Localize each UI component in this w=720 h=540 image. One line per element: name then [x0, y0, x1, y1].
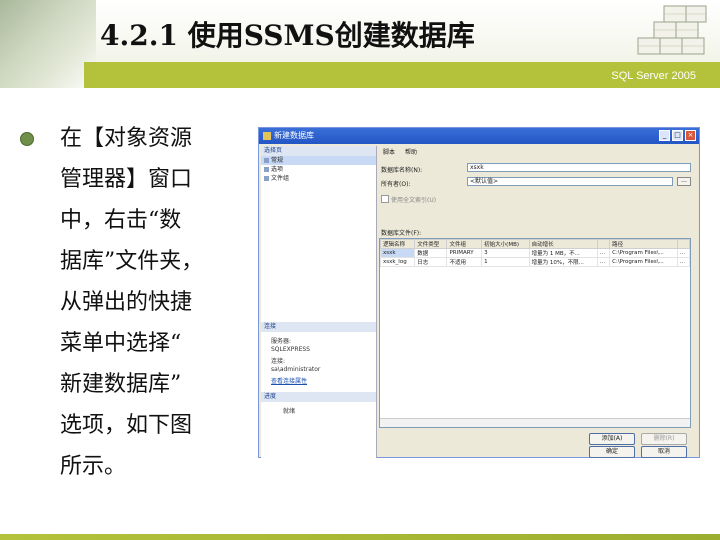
page-filegroups[interactable]: 文件组: [261, 174, 376, 183]
maximize-button[interactable]: □: [672, 130, 683, 141]
owner-input[interactable]: <默认值>: [467, 177, 673, 186]
bullet-line: 所示。: [60, 454, 127, 479]
dialog-titlebar: 新建数据库 _ □ ×: [259, 128, 699, 144]
column-header[interactable]: 自动增长: [528, 239, 598, 249]
help-button[interactable]: 帮助: [405, 149, 417, 156]
bullet-line: 菜单中选择“: [60, 331, 182, 356]
bullet-line: 管理器】窗口: [60, 167, 193, 192]
column-header[interactable]: 路径: [609, 239, 678, 249]
progress-status: 就绪: [283, 408, 296, 415]
conn-label: 连接:: [271, 358, 286, 365]
table-cell[interactable]: 1: [481, 257, 530, 267]
ok-button[interactable]: 确定: [589, 446, 635, 458]
minimize-button[interactable]: _: [659, 130, 670, 141]
close-button[interactable]: ×: [685, 130, 696, 141]
server-value: SQLEXPRESS: [271, 346, 310, 353]
header-decoration: [0, 0, 96, 88]
table-cell[interactable]: ...: [676, 257, 691, 267]
left-pane: 选择页 常规 选项 文件组 连接 服务器: SQLEXPRESS 连接: sa\…: [261, 146, 377, 458]
bullet-line: 从弹出的快捷: [60, 290, 193, 315]
horizontal-scrollbar[interactable]: [380, 418, 690, 427]
column-header[interactable]: [596, 239, 611, 249]
script-button[interactable]: 脚本: [383, 149, 395, 156]
page-options[interactable]: 选项: [261, 165, 376, 174]
new-database-dialog: 新建数据库 _ □ × 选择页 常规 选项 文件组 连接 服务器: SQLEXP…: [258, 127, 700, 458]
table-cell[interactable]: ...: [596, 257, 611, 267]
progress-header: 进度: [261, 392, 376, 402]
footer-bar: [0, 534, 720, 540]
table-row[interactable]: xsxk 数据 PRIMARY 3 增量为 1 MB，不... ... C:\P…: [379, 248, 691, 258]
slide-subtitle: SQL Server 2005: [611, 70, 696, 82]
building-blocks-icon: [637, 5, 707, 55]
bullet-line: 新建数据库”: [60, 372, 182, 397]
slide-header: 4.2.1 使用SSMS创建数据库 SQL Server 2005: [0, 0, 720, 88]
column-header[interactable]: [676, 239, 691, 249]
column-header[interactable]: 文件组: [446, 239, 483, 249]
table-cell[interactable]: PRIMARY: [446, 248, 483, 258]
table-cell[interactable]: 不适用: [446, 257, 483, 267]
server-label: 服务器:: [271, 338, 292, 345]
table-cell[interactable]: 数据: [414, 248, 448, 258]
db-files-grid[interactable]: 逻辑名称 文件类型 文件组 初始大小(MB) 自动增长 路径 xsxk 数据 P…: [379, 238, 691, 428]
bullet-text: 在【对象资源 管理器】窗口 中，右击“数 据库”文件夹， 从弹出的快捷 菜单中选…: [60, 118, 250, 487]
table-cell[interactable]: xsxk: [379, 248, 416, 258]
slide-title: 4.2.1 使用SSMS创建数据库: [100, 19, 475, 52]
owner-browse-button[interactable]: ...: [677, 177, 691, 186]
table-cell[interactable]: ...: [676, 248, 691, 258]
bullet-line: 中，右击“数: [60, 208, 182, 233]
owner-label: 所有者(O):: [381, 181, 411, 188]
fulltext-label: 使用全文索引(U): [391, 197, 437, 204]
add-button[interactable]: 添加(A): [589, 433, 635, 445]
dialog-title: 新建数据库: [274, 131, 314, 140]
database-icon: [263, 131, 271, 140]
table-row[interactable]: xsxk_log 日志 不适用 1 增量为 10%，不限... ... C:\P…: [379, 257, 691, 267]
toolbar: 脚本 帮助: [379, 146, 697, 160]
window-controls: _ □ ×: [659, 130, 696, 141]
connection-section: 连接 服务器: SQLEXPRESS 连接: sa\administrator …: [261, 322, 376, 386]
bullet-line: 选项，如下图: [60, 413, 193, 438]
table-cell[interactable]: 增量为 1 MB，不...: [528, 248, 598, 258]
table-cell[interactable]: 增量为 10%，不限...: [528, 257, 598, 267]
table-cell[interactable]: C:\Program Files\...: [609, 257, 678, 267]
column-header[interactable]: 初始大小(MB): [481, 239, 530, 249]
db-name-label: 数据库名称(N):: [381, 167, 423, 174]
db-name-input[interactable]: xsxk: [467, 163, 691, 172]
fulltext-checkbox[interactable]: [381, 195, 389, 203]
table-cell[interactable]: xsxk_log: [379, 257, 416, 267]
connection-header: 连接: [261, 322, 376, 332]
bullet-line: 据库”文件夹，: [60, 249, 204, 274]
bullet-marker: [20, 132, 34, 146]
remove-button[interactable]: 删除(R): [641, 433, 687, 445]
table-cell[interactable]: C:\Program Files\...: [609, 248, 678, 258]
table-cell[interactable]: 3: [481, 248, 530, 258]
view-connection-properties-link[interactable]: 查看连接属性: [261, 378, 376, 386]
progress-section: 进度 就绪: [261, 392, 376, 416]
conn-value: sa\administrator: [271, 366, 321, 373]
db-files-label: 数据库文件(F):: [381, 230, 422, 237]
bullet-line: 在【对象资源: [60, 126, 193, 151]
column-header[interactable]: 逻辑名称: [379, 239, 416, 249]
table-cell[interactable]: ...: [596, 248, 611, 258]
right-pane: 脚本 帮助 数据库名称(N): xsxk 所有者(O): <默认值> ... 使…: [379, 146, 697, 458]
table-cell[interactable]: 日志: [414, 257, 448, 267]
select-page-header: 选择页: [261, 146, 376, 156]
page-general[interactable]: 常规: [261, 156, 376, 165]
cancel-button[interactable]: 取消: [641, 446, 687, 458]
column-header[interactable]: 文件类型: [414, 239, 448, 249]
